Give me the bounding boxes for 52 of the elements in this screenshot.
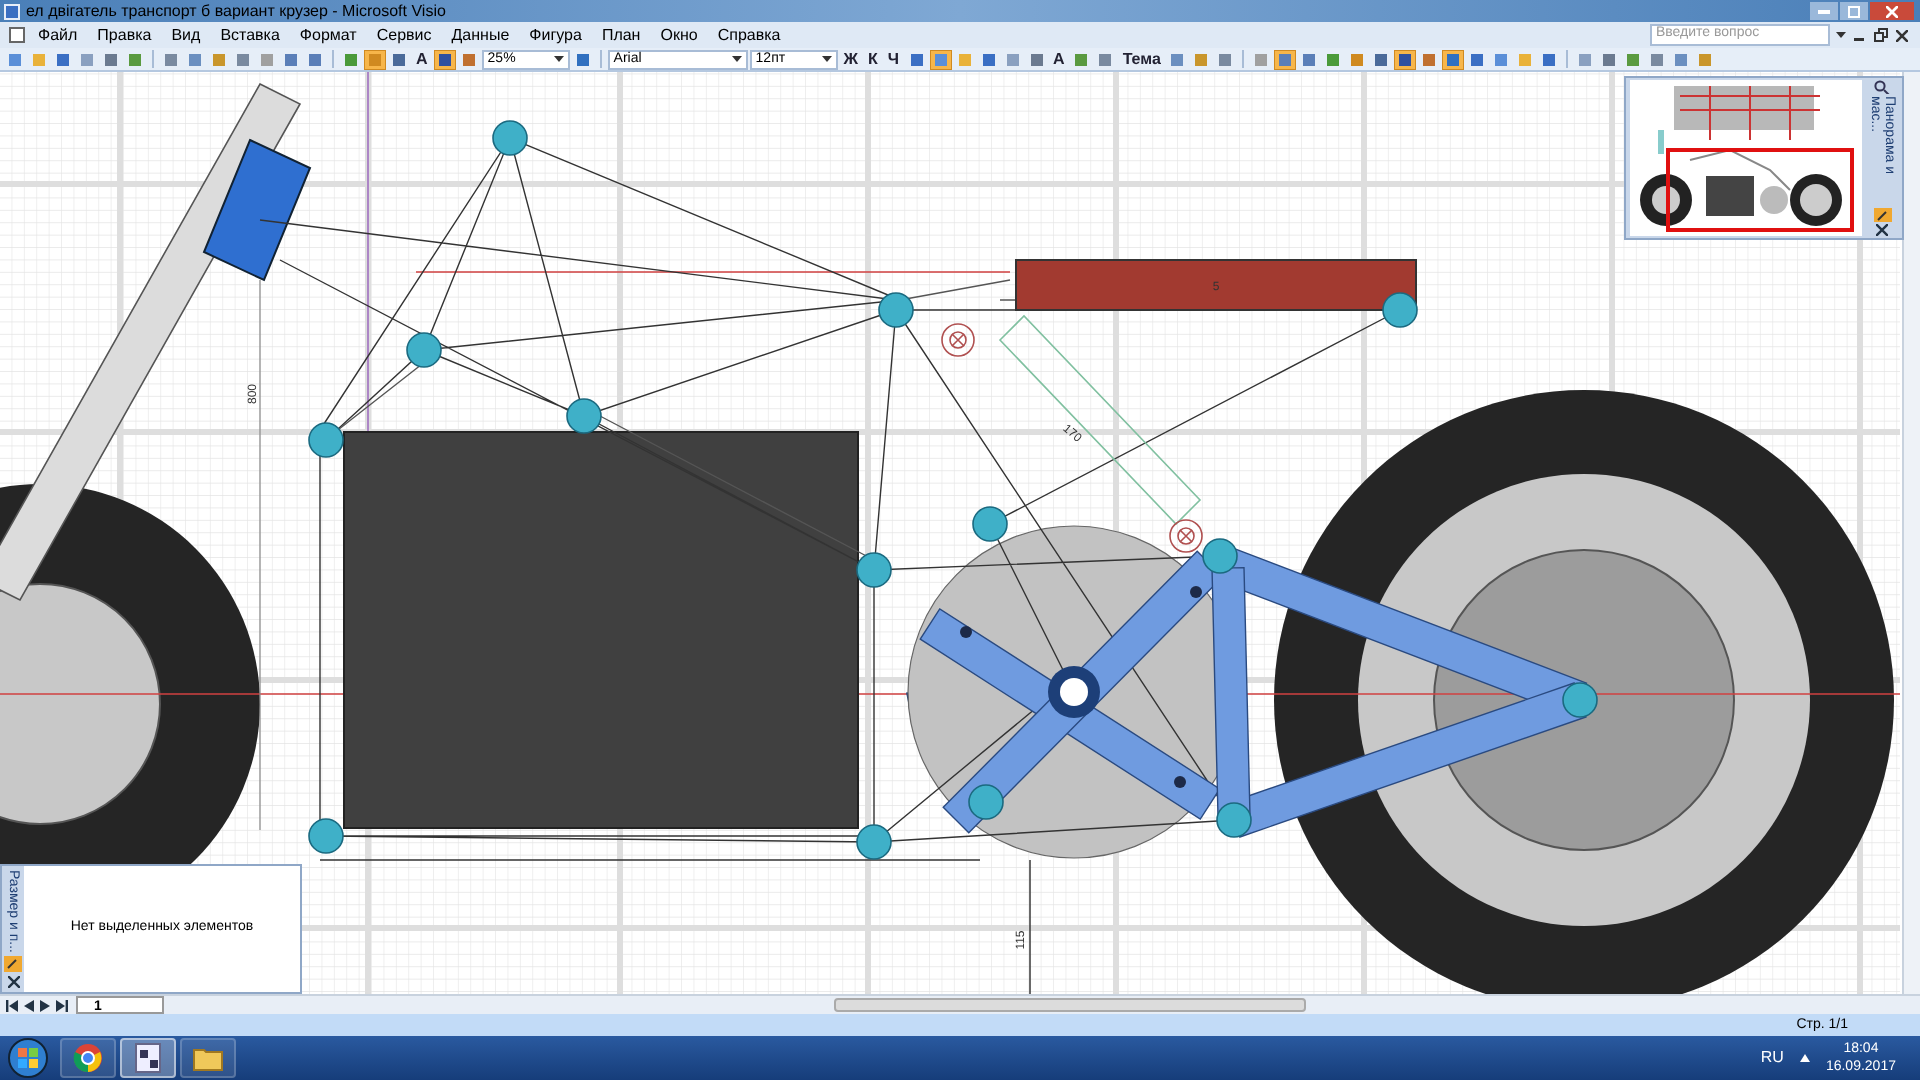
last-page-icon[interactable] [56, 999, 68, 1011]
close-icon[interactable] [1896, 29, 1908, 41]
restore-icon[interactable] [1874, 28, 1888, 42]
maximize-icon [1848, 5, 1860, 17]
view-frame[interactable] [1666, 148, 1854, 232]
dimension-line [1029, 859, 1031, 994]
diagram-app-icon [132, 1042, 164, 1074]
vertical-scrollbar[interactable] [1902, 72, 1920, 994]
taskbar-button[interactable] [180, 1038, 236, 1078]
format-button[interactable]: A [1049, 49, 1069, 69]
caret-icon [821, 56, 832, 62]
previous-page-icon[interactable] [24, 999, 34, 1011]
format-button[interactable]: К [864, 49, 882, 69]
horizontal-scrollbar[interactable] [834, 998, 1306, 1012]
format-button[interactable]: Ч [883, 49, 904, 69]
tray-arrow-icon[interactable] [1799, 1054, 1810, 1062]
minimize-icon [1818, 8, 1830, 14]
format-button[interactable]: Ж [839, 49, 863, 69]
pushpin-icon[interactable] [4, 956, 22, 972]
menu-item[interactable]: Сервис [376, 27, 432, 43]
browser-icon [72, 1042, 104, 1074]
menu-item[interactable]: Правка [97, 27, 152, 43]
motorcycle-thumbnail-drawing[interactable] [1630, 80, 1862, 236]
language-indicator[interactable]: RU [1760, 1046, 1784, 1070]
pushpin-icon[interactable] [1873, 208, 1891, 223]
taskbar-button[interactable] [120, 1038, 176, 1078]
zoom-in-icon[interactable] [1874, 80, 1890, 95]
caret-icon[interactable] [1836, 31, 1846, 39]
menu-item[interactable]: Формат [299, 27, 357, 43]
menu-item[interactable]: Справка [717, 27, 781, 43]
close-icon [1886, 5, 1898, 17]
caret-icon [731, 56, 742, 62]
format-button[interactable]: A [412, 49, 432, 69]
first-page-icon[interactable] [6, 999, 18, 1011]
close-icon[interactable] [1876, 224, 1888, 236]
menu-item[interactable]: Фигура [529, 27, 582, 43]
menu-item[interactable]: Окно [660, 27, 698, 43]
format-button[interactable]: Тема [1118, 49, 1165, 69]
minimize-button[interactable] [1810, 2, 1838, 20]
menu-item[interactable]: Данные [451, 27, 510, 43]
menu-item[interactable]: Вид [171, 27, 201, 43]
menu-item[interactable]: План [601, 27, 641, 43]
next-page-icon[interactable] [40, 999, 50, 1011]
close-icon[interactable] [7, 976, 19, 988]
window-title: ел двігатель транспорт б вариант крузер - Microsoft Visio [26, 3, 446, 19]
caret-icon [553, 56, 564, 62]
close-button[interactable] [1870, 2, 1914, 20]
document-icon[interactable] [8, 26, 26, 44]
menu-item[interactable]: Файл [38, 27, 78, 43]
start-button-icon[interactable] [8, 1038, 48, 1078]
taskbar-button[interactable] [60, 1038, 116, 1078]
menu-item[interactable]: Вставка [220, 27, 280, 43]
